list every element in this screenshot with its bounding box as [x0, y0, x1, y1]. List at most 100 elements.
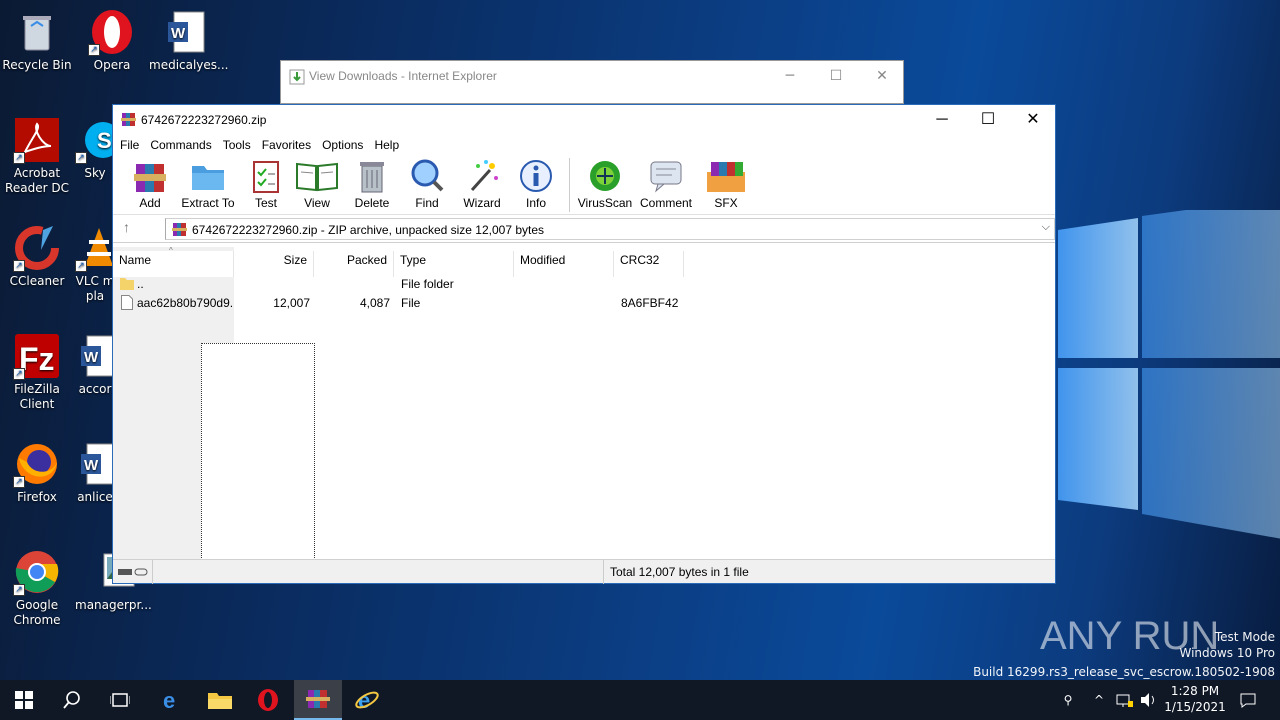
taskbar-explorer[interactable] — [196, 680, 244, 720]
status-total: Total 12,007 bytes in 1 file — [603, 560, 755, 584]
internet-explorer-icon: e — [355, 688, 379, 712]
up-arrow-icon[interactable]: ↑ — [123, 219, 130, 235]
taskbar-opera[interactable] — [244, 680, 292, 720]
taskbar-winrar[interactable] — [294, 680, 342, 720]
acrobat-icon: ↗ — [13, 116, 61, 164]
test-mode-text: Test Mode — [1214, 630, 1275, 644]
find-button[interactable]: Find — [399, 155, 455, 215]
virus-scan-icon — [587, 158, 623, 194]
menu-options[interactable]: Options — [317, 135, 369, 155]
folder-extract-icon — [190, 158, 226, 194]
comment-button[interactable]: Comment — [634, 155, 698, 215]
word-document-icon: W — [162, 8, 210, 56]
network-icon[interactable] — [1116, 680, 1136, 720]
magnifier-icon — [409, 158, 445, 194]
winrar-title: 6742672223272960.zip — [141, 113, 267, 127]
menu-favorites[interactable]: Favorites — [257, 135, 317, 155]
comment-icon — [648, 158, 684, 194]
desktop-icon-firefox[interactable]: ↗ Firefox — [0, 440, 74, 505]
chrome-icon: ↗ — [13, 548, 61, 596]
svg-text:W: W — [171, 25, 186, 42]
volume-icon[interactable] — [1140, 680, 1160, 720]
svg-text:S: S — [97, 128, 112, 153]
opera-icon — [258, 689, 278, 711]
desktop-icon-filezilla[interactable]: Fz ↗ FileZilla Client — [0, 332, 74, 412]
desktop-icon-anlice[interactable]: W anlice — [75, 440, 115, 505]
desktop-icon-accor[interactable]: W accor — [75, 332, 115, 397]
close-button[interactable]: ✕ — [1010, 105, 1056, 135]
ie-minimize-button[interactable]: ─ — [775, 65, 805, 87]
edge-icon: e — [163, 689, 175, 711]
trash-icon — [354, 158, 390, 194]
svg-text:e: e — [163, 689, 175, 711]
ie-maximize-button[interactable]: ☐ — [821, 65, 851, 87]
delete-button[interactable]: Delete — [345, 155, 399, 215]
winrar-icon — [121, 113, 136, 126]
menu-tools[interactable]: Tools — [218, 135, 257, 155]
people-icon[interactable]: ⚲ — [1058, 680, 1078, 720]
desktop-icon-opera[interactable]: ↗ Opera — [75, 8, 149, 73]
magic-wand-icon — [464, 158, 500, 194]
clock[interactable]: 1:28 PM 1/15/2021 — [1164, 680, 1226, 720]
add-archive-icon — [132, 158, 168, 194]
menu-file[interactable]: File — [115, 135, 145, 155]
search-button[interactable] — [48, 680, 96, 720]
opera-icon: ↗ — [88, 8, 136, 56]
start-button[interactable] — [0, 680, 48, 720]
taskbar-edge[interactable]: e — [148, 680, 196, 720]
folder-icon — [120, 278, 134, 290]
desktop-icon-skype[interactable]: S ↗ Sky — [75, 116, 115, 181]
windows-start-icon — [15, 691, 33, 709]
taskbar-ie[interactable]: e — [343, 680, 391, 720]
desktop-icon-ccleaner[interactable]: ↗ CCleaner — [0, 224, 74, 289]
ie-close-button[interactable]: ✕ — [867, 65, 897, 87]
skype-icon: S ↗ — [75, 116, 115, 164]
test-button[interactable]: Test — [243, 155, 289, 215]
task-view-icon — [110, 693, 130, 707]
ie-window-title: View Downloads - Internet Explorer — [309, 69, 497, 83]
task-view-button[interactable] — [96, 680, 144, 720]
firefox-icon: ↗ — [13, 440, 61, 488]
build-text: Build 16299.rs3_release_svc_escrow.18050… — [973, 665, 1275, 679]
column-header: Name ^ Size Packed Type Modified CRC32 — [113, 246, 1055, 277]
menu-commands[interactable]: Commands — [145, 135, 217, 155]
view-button[interactable]: View — [289, 155, 345, 215]
path-text: 6742672223272960.zip - ZIP archive, unpa… — [192, 223, 545, 237]
desktop-icon-recycle-bin[interactable]: Recycle Bin — [0, 8, 74, 73]
clock-date: 1/15/2021 — [1164, 700, 1226, 714]
virusscan-button[interactable]: VirusScan — [576, 155, 634, 215]
clock-time: 1:28 PM — [1170, 684, 1220, 698]
svg-text:W: W — [84, 349, 99, 366]
list-item[interactable]: .. File folder — [113, 275, 1055, 294]
chevron-up-icon[interactable]: ^ — [1094, 680, 1110, 720]
download-icon — [289, 69, 305, 85]
toolbar: Add Extract To Test View Delete Find Wiz… — [113, 155, 1055, 215]
minimize-button[interactable]: ─ — [919, 105, 965, 135]
desktop-icon-acrobat[interactable]: ↗ Acrobat Reader DC — [0, 116, 74, 196]
desktop-icon-medicalyes[interactable]: W medicalyes... — [149, 8, 229, 73]
path-combobox[interactable]: 6742672223272960.zip - ZIP archive, unpa… — [165, 218, 1055, 240]
extract-to-button[interactable]: Extract To — [173, 155, 243, 215]
list-item[interactable]: aac62b80b790d9... 12,007 4,087 File 8A6F… — [113, 294, 1055, 313]
notification-icon[interactable] — [1236, 680, 1260, 720]
desktop-icon-vlc[interactable]: ↗ VLC m pla — [75, 224, 115, 304]
ie-window[interactable]: View Downloads - Internet Explorer ─ ☐ ✕ — [280, 60, 904, 104]
chevron-down-icon[interactable]: ⌵ — [1042, 221, 1050, 234]
sfx-button[interactable]: SFX — [698, 155, 754, 215]
word-document-icon: W — [75, 332, 115, 380]
winrar-window[interactable]: 6742672223272960.zip ─ ☐ ✕ File Commands… — [112, 104, 1056, 584]
add-button[interactable]: Add — [127, 155, 173, 215]
info-button[interactable]: Info — [509, 155, 563, 215]
winrar-titlebar[interactable]: 6742672223272960.zip ─ ☐ ✕ — [113, 105, 1055, 135]
wizard-button[interactable]: Wizard — [455, 155, 509, 215]
file-icon — [121, 295, 133, 310]
filezilla-icon: Fz ↗ — [13, 332, 61, 380]
svg-text:W: W — [84, 457, 99, 474]
desktop-icon-chrome[interactable]: ↗ Google Chrome — [0, 548, 74, 628]
menu-help[interactable]: Help — [369, 135, 405, 155]
maximize-button[interactable]: ☐ — [965, 105, 1011, 135]
book-icon — [295, 158, 339, 194]
selection-rectangle — [201, 343, 315, 560]
ccleaner-icon: ↗ — [13, 224, 61, 272]
windows-logo-wallpaper — [1058, 210, 1280, 539]
